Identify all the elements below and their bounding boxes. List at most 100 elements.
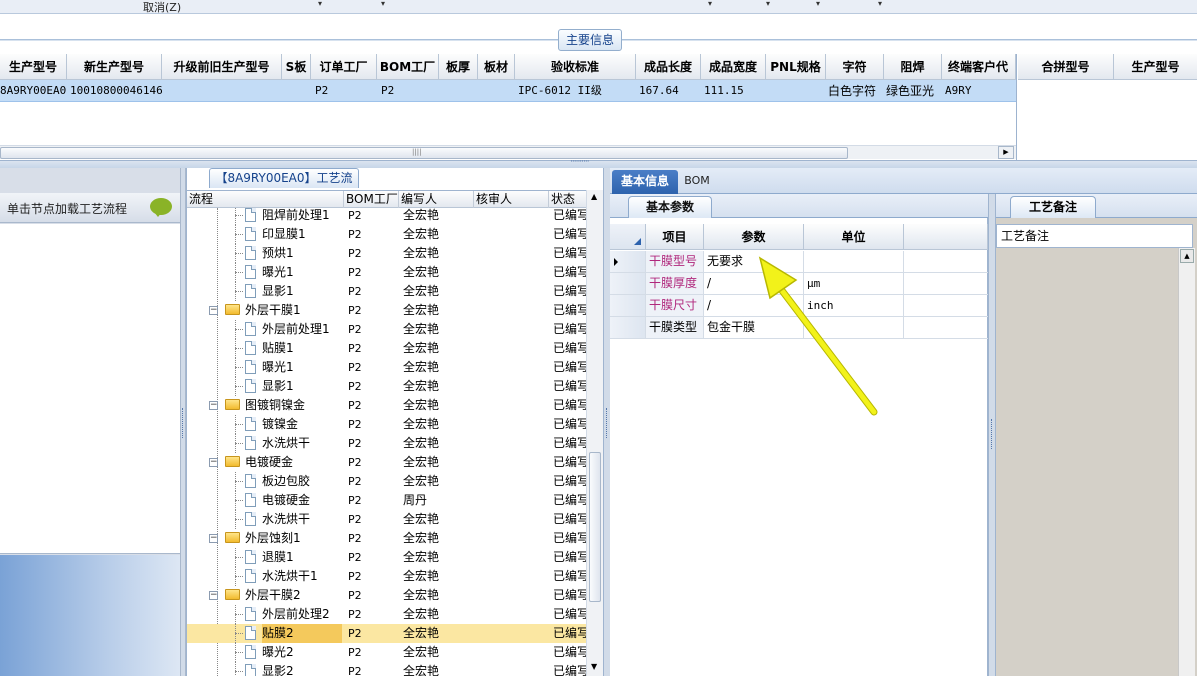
horizontal-scrollbar[interactable]: |||| ▶ <box>0 145 1016 159</box>
table-row[interactable]: 8A9RY00EA0 10010800046146 P2 P2 IPC-6012… <box>0 80 1016 102</box>
column-header[interactable]: 新生产型号 <box>67 54 162 80</box>
tree-step-row[interactable]: 曝光2 P2 全宏艳 已编写 <box>187 643 587 662</box>
column-header[interactable]: PNL规格 <box>766 54 826 80</box>
vertical-splitter[interactable] <box>988 194 996 676</box>
column-header[interactable]: BOM工厂 <box>344 191 399 208</box>
column-header[interactable]: 板厚 <box>439 54 478 80</box>
column-header[interactable]: 生产型号 <box>1114 54 1197 80</box>
document-icon <box>245 417 256 431</box>
process-tab[interactable]: 【8A9RY00EA0】工艺流程 <box>209 168 359 203</box>
scroll-up-icon[interactable]: ▲ <box>1180 249 1194 263</box>
tree-step-row[interactable]: 阻焊前处理1 P2 全宏艳 已编写 <box>187 208 587 225</box>
column-header[interactable]: 成品长度 <box>636 54 701 80</box>
tree-cell-status: 已编写 <box>553 322 587 336</box>
tree-step-row[interactable]: 电镀硬金 P2 周丹 已编写 <box>187 491 587 510</box>
tree-step-row[interactable]: 显影1 P2 全宏艳 已编写 <box>187 377 587 396</box>
column-header[interactable]: 成品宽度 <box>701 54 766 80</box>
collapse-icon[interactable]: − <box>209 306 218 315</box>
main-info-label[interactable]: 主要信息 <box>558 29 622 51</box>
vertical-scrollbar[interactable]: ▲ <box>1178 248 1195 676</box>
column-header[interactable]: 升级前旧生产型号 <box>162 54 282 80</box>
column-header[interactable]: S板 <box>282 54 311 80</box>
collapse-icon[interactable]: − <box>209 591 218 600</box>
column-header[interactable]: 验收标准 <box>515 54 636 80</box>
scrollbar-thumb[interactable] <box>0 147 848 159</box>
left-panel-background <box>0 555 180 676</box>
column-header[interactable]: 流程 <box>187 191 344 208</box>
column-header[interactable]: 阻焊 <box>884 54 942 80</box>
dropdown-arrow-icon[interactable]: ▾ <box>878 0 882 8</box>
tree-cell-status: 已编写 <box>553 227 587 241</box>
tree-step-row[interactable]: 水洗烘干 P2 全宏艳 已编写 <box>187 510 587 529</box>
column-header[interactable]: 编写人 <box>399 191 474 208</box>
tree-cell-name: 水洗烘干 <box>262 512 311 526</box>
tab-basic-info[interactable]: 基本信息 <box>612 170 678 194</box>
speech-bubble-icon[interactable] <box>150 198 172 217</box>
load-process-header[interactable]: 单击节点加载工艺流程 <box>0 193 180 223</box>
dropdown-arrow-icon[interactable]: ▾ <box>766 0 770 8</box>
tree-step-row[interactable]: 印显膜1 P2 全宏艳 已编写 <box>187 225 587 244</box>
tree-step-row[interactable]: 退膜1 P2 全宏艳 已编写 <box>187 548 587 567</box>
horizontal-splitter[interactable]: ·········· <box>0 157 1197 168</box>
tree-cell-name: 贴膜2 <box>262 624 342 643</box>
tree-cell-bom: P2 <box>348 399 362 412</box>
column-header[interactable]: 状态 <box>549 191 587 208</box>
scroll-down-icon[interactable]: ▼ <box>591 662 597 671</box>
tree-step-row[interactable]: 外层前处理1 P2 全宏艳 已编写 <box>187 320 587 339</box>
tree-step-row[interactable]: 外层前处理2 P2 全宏艳 已编写 <box>187 605 587 624</box>
collapse-icon[interactable]: − <box>209 534 218 543</box>
tree-step-row[interactable]: 水洗烘干1 P2 全宏艳 已编写 <box>187 567 587 586</box>
tab-bom[interactable]: BOM <box>680 171 714 193</box>
tree-cell-writer: 全宏艳 <box>403 569 440 583</box>
tree-group-row[interactable]: − 电镀硬金 P2 全宏艳 已编写 <box>187 453 587 472</box>
tree-cell-writer: 全宏艳 <box>403 436 440 450</box>
column-header[interactable]: 板材 <box>478 54 515 80</box>
column-header[interactable]: 订单工厂 <box>311 54 377 80</box>
cancel-button[interactable]: 取消(Z) <box>143 0 181 15</box>
tree-step-row[interactable]: 显影1 P2 全宏艳 已编写 <box>187 282 587 301</box>
tree-step-row[interactable]: 水洗烘干 P2 全宏艳 已编写 <box>187 434 587 453</box>
grip-icon: ·········· <box>570 157 590 167</box>
dropdown-arrow-icon[interactable]: ▾ <box>816 0 820 8</box>
collapse-icon[interactable]: − <box>209 458 218 467</box>
tree-cell-bom: P2 <box>348 646 362 659</box>
tree-step-row[interactable]: 贴膜2 P2 全宏艳 已编写 <box>187 624 587 643</box>
tree-cell-reviewer <box>478 567 548 586</box>
tree-step-row[interactable]: 曝光1 P2 全宏艳 已编写 <box>187 358 587 377</box>
scrollbar-thumb[interactable] <box>589 452 601 602</box>
column-header[interactable]: 工艺备注 <box>996 224 1193 248</box>
dropdown-arrow-icon[interactable]: ▾ <box>708 0 712 8</box>
dropdown-arrow-icon[interactable]: ▾ <box>381 0 385 8</box>
column-header[interactable]: 核审人 <box>474 191 549 208</box>
tree-group-row[interactable]: − 外层干膜1 P2 全宏艳 已编写 <box>187 301 587 320</box>
column-header[interactable]: 字符 <box>826 54 884 80</box>
tree-cell-reviewer <box>478 434 548 453</box>
tree-step-row[interactable]: 曝光1 P2 全宏艳 已编写 <box>187 263 587 282</box>
tree-step-row[interactable]: 板边包胶 P2 全宏艳 已编写 <box>187 472 587 491</box>
tree-cell-writer: 全宏艳 <box>403 265 440 279</box>
document-icon <box>245 664 256 676</box>
tree-cell-writer: 全宏艳 <box>403 550 440 564</box>
column-header[interactable]: 终端客户代 <box>942 54 1016 80</box>
scroll-up-icon[interactable]: ▲ <box>591 192 597 201</box>
tree-group-row[interactable]: − 图镀铜镍金 P2 全宏艳 已编写 <box>187 396 587 415</box>
document-icon <box>245 436 256 450</box>
tree-group-row[interactable]: − 外层干膜2 P2 全宏艳 已编写 <box>187 586 587 605</box>
column-header[interactable]: 合拼型号 <box>1018 54 1114 80</box>
scroll-right-button[interactable]: ▶ <box>998 146 1014 159</box>
collapse-icon[interactable]: − <box>209 401 218 410</box>
dropdown-arrow-icon[interactable]: ▾ <box>318 0 322 8</box>
cell: 绿色亚光 <box>886 84 935 98</box>
tree-group-row[interactable]: − 外层蚀刻1 P2 全宏艳 已编写 <box>187 529 587 548</box>
tree-cell-writer: 全宏艳 <box>403 227 440 241</box>
tree-cell-name: 外层前处理2 <box>262 607 330 621</box>
vertical-scrollbar[interactable]: ▲ ▼ <box>586 190 603 676</box>
tree-step-row[interactable]: 镀镍金 P2 全宏艳 已编写 <box>187 415 587 434</box>
tree-step-row[interactable]: 贴膜1 P2 全宏艳 已编写 <box>187 339 587 358</box>
tab-process-notes[interactable]: 工艺备注 <box>1010 196 1096 218</box>
column-header[interactable]: BOM工厂 <box>377 54 439 80</box>
tree-cell-name: 水洗烘干1 <box>262 569 318 583</box>
tree-step-row[interactable]: 预烘1 P2 全宏艳 已编写 <box>187 244 587 263</box>
column-header[interactable]: 生产型号 <box>0 54 67 80</box>
tree-step-row[interactable]: 显影2 P2 全宏艳 已编写 <box>187 662 587 676</box>
